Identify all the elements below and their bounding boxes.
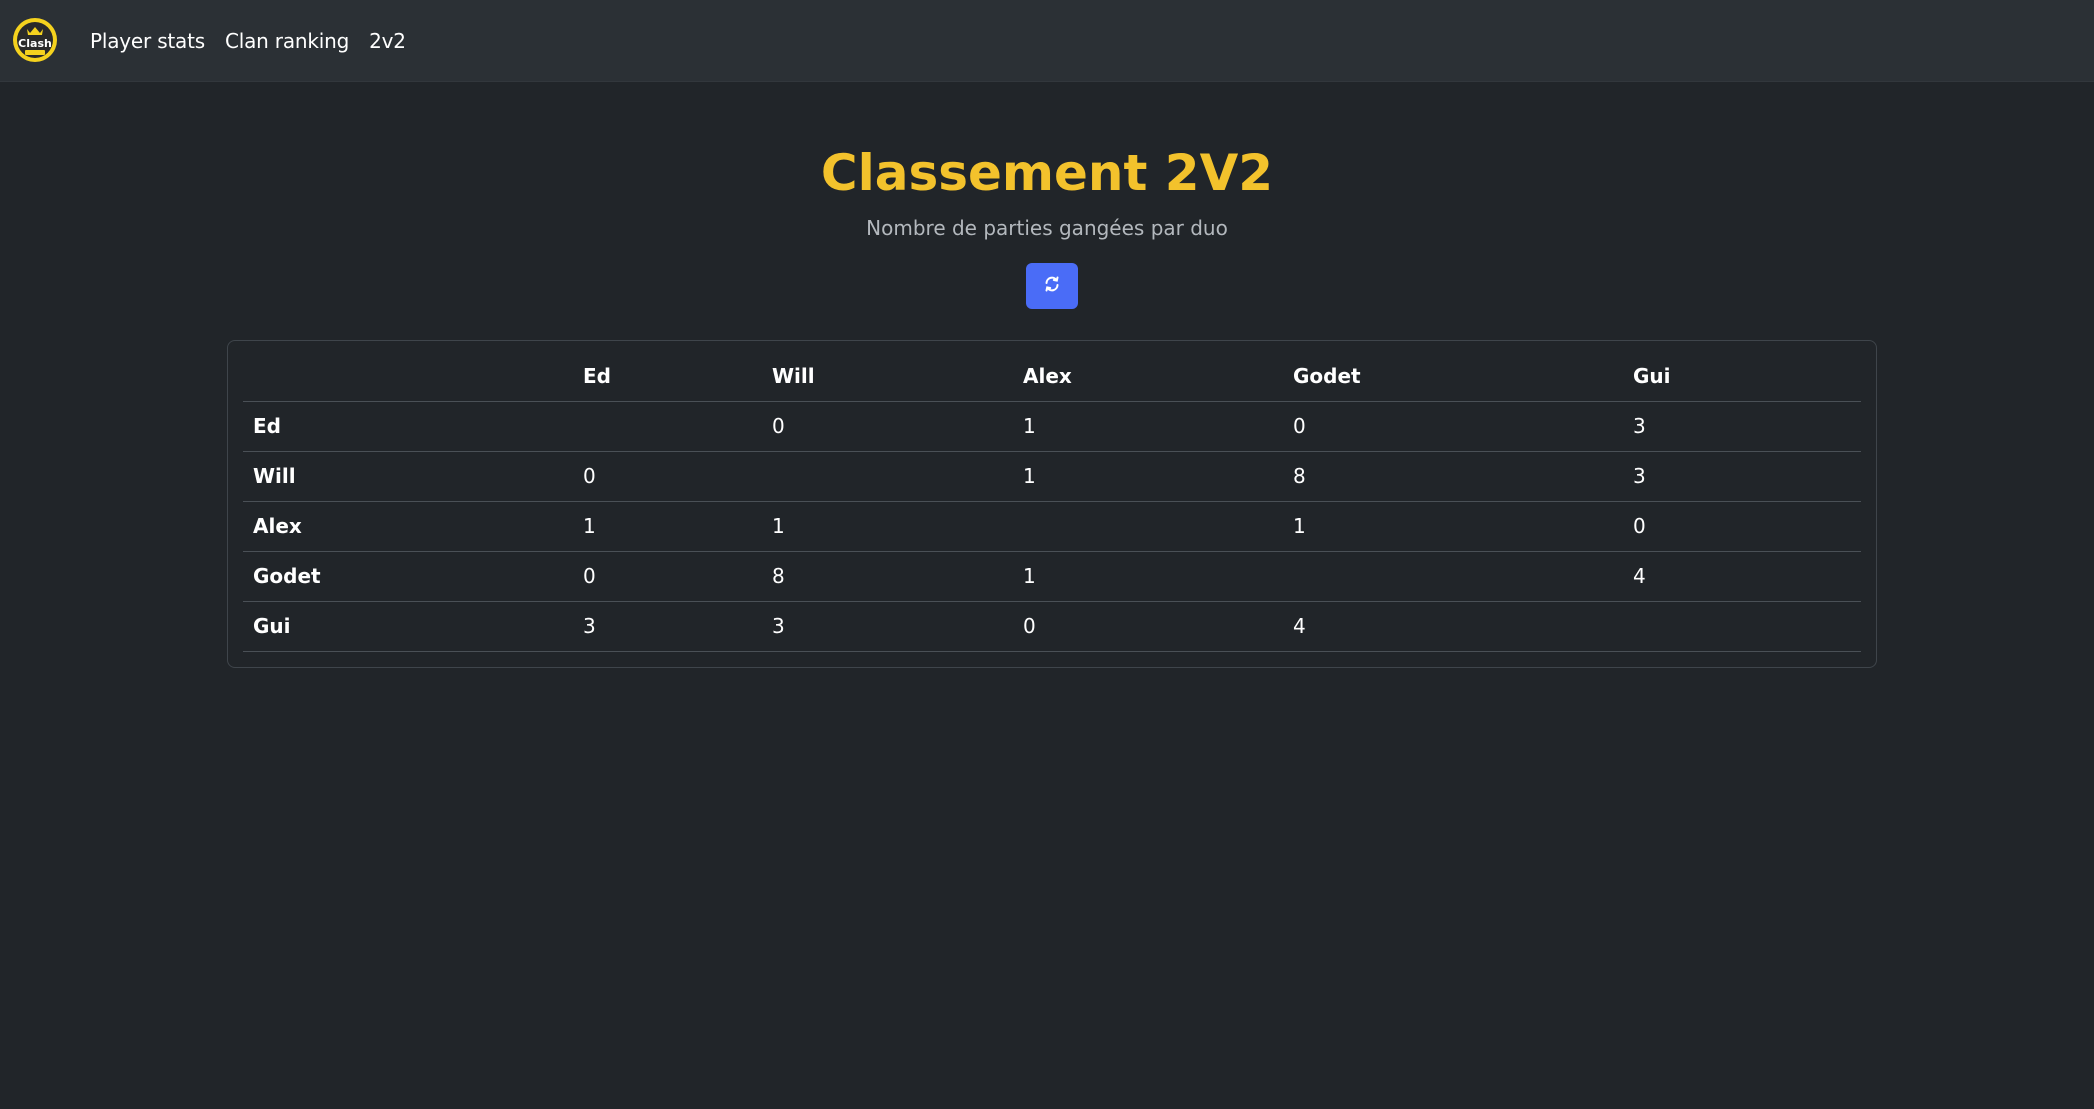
table-cell: 0	[762, 401, 1013, 452]
table-cell: 1	[1013, 401, 1283, 452]
column-header	[243, 351, 573, 402]
table-row: Gui 3 3 0 4	[243, 601, 1861, 652]
table-row: Godet 0 8 1 4	[243, 551, 1861, 602]
page-title: Classement 2V2	[820, 144, 1274, 202]
column-header: Gui	[1623, 351, 1861, 402]
table-cell: 0	[573, 451, 762, 502]
table-cell	[573, 401, 762, 452]
page-subtitle: Nombre de parties gangées par duo	[866, 216, 1228, 240]
table-cell: 1	[573, 501, 762, 552]
row-header: Will	[243, 451, 573, 502]
row-header: Gui	[243, 601, 573, 652]
table-row: Will 0 1 8 3	[243, 451, 1861, 502]
nav-link-2v2[interactable]: 2v2	[369, 29, 406, 53]
ranking-card: Ed Will Alex Godet Gui Ed 0 1 0 3 Will 0…	[227, 340, 1877, 668]
table-cell: 1	[1013, 551, 1283, 602]
nav-link-player-stats[interactable]: Player stats	[90, 29, 205, 53]
table-cell: 0	[1283, 401, 1623, 452]
navbar: Clash Player stats Clan ranking 2v2	[0, 0, 2094, 82]
refresh-icon	[1043, 275, 1061, 297]
table-cell	[1623, 601, 1861, 652]
table-cell: 0	[1623, 501, 1861, 552]
table-cell: 1	[762, 501, 1013, 552]
table-cell: 3	[1623, 401, 1861, 452]
table-cell: 0	[1013, 601, 1283, 652]
table-cell: 3	[1623, 451, 1861, 502]
table-cell: 8	[1283, 451, 1623, 502]
table-cell: 8	[762, 551, 1013, 602]
table-cell: 1	[1013, 451, 1283, 502]
ranking-table: Ed Will Alex Godet Gui Ed 0 1 0 3 Will 0…	[243, 351, 1861, 652]
table-row: Alex 1 1 1 0	[243, 501, 1861, 552]
table-cell: 4	[1283, 601, 1623, 652]
table-cell: 4	[1623, 551, 1861, 602]
table-cell	[1013, 501, 1283, 552]
row-header: Ed	[243, 401, 573, 452]
refresh-button[interactable]	[1026, 263, 1078, 309]
column-header: Ed	[573, 351, 762, 402]
column-header: Godet	[1283, 351, 1623, 402]
table-cell	[1283, 551, 1623, 602]
table-header-row: Ed Will Alex Godet Gui	[243, 351, 1861, 402]
table-cell: 1	[1283, 501, 1623, 552]
row-header: Alex	[243, 501, 573, 552]
nav-link-clan-ranking[interactable]: Clan ranking	[225, 29, 349, 53]
nav-links: Player stats Clan ranking 2v2	[90, 0, 426, 82]
column-header: Alex	[1013, 351, 1283, 402]
logo-text: Clash	[18, 37, 52, 50]
table-row: Ed 0 1 0 3	[243, 401, 1861, 452]
table-cell	[762, 451, 1013, 502]
table-cell: 0	[573, 551, 762, 602]
column-header: Will	[762, 351, 1013, 402]
table-cell: 3	[573, 601, 762, 652]
clash-logo[interactable]: Clash	[12, 17, 58, 63]
table-cell: 3	[762, 601, 1013, 652]
row-header: Godet	[243, 551, 573, 602]
